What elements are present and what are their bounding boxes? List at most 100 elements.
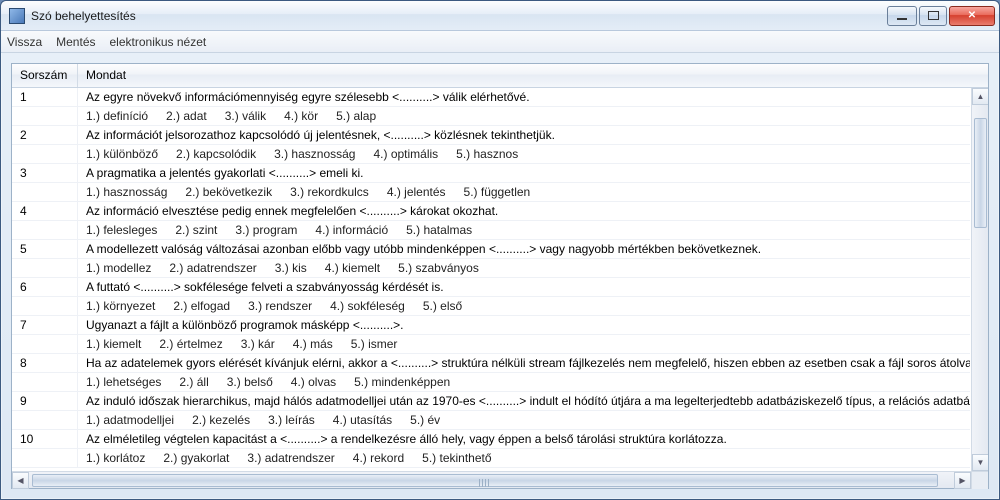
row-sentence: Az információ elvesztése pedig ennek meg… <box>78 202 970 220</box>
row-number-empty <box>12 335 78 353</box>
table-row[interactable]: 8Ha az adatelemek gyors elérését kívánju… <box>12 354 970 373</box>
window-title: Szó behelyettesítés <box>31 9 887 23</box>
table-row[interactable]: 2Az információt jelsorozathoz kapcsolódó… <box>12 126 970 145</box>
vertical-scrollbar[interactable] <box>971 88 988 471</box>
table-row-options[interactable]: 1.) felesleges2.) szint3.) program4.) in… <box>12 221 970 240</box>
option-item: 4.) sokféleség <box>330 299 405 313</box>
table-row-options[interactable]: 1.) különböző 2.) kapcsolódik 3.) hasznoss… <box>12 145 970 164</box>
vertical-scroll-thumb[interactable] <box>974 118 987 228</box>
option-item: 4.) más <box>293 337 333 351</box>
row-number-empty <box>12 259 78 277</box>
option-item: 4.) információ <box>315 223 388 237</box>
option-item: 5.) első <box>423 299 462 313</box>
menu-save[interactable]: Mentés <box>56 35 95 49</box>
option-item: 5.) ismer <box>351 337 398 351</box>
option-item: 3.) válik <box>225 109 266 123</box>
row-number-empty <box>12 373 78 391</box>
option-item: 2.) értelmez <box>159 337 222 351</box>
row-number-empty <box>12 145 78 163</box>
option-item: 1.) kiemelt <box>86 337 141 351</box>
titlebar[interactable]: Szó behelyettesítés <box>1 1 999 31</box>
app-icon <box>9 8 25 24</box>
option-item: 3.) rekordkulcs <box>290 185 369 199</box>
row-number: 9 <box>12 392 78 410</box>
option-item: 3.) hasznosság <box>274 147 355 161</box>
table-row[interactable]: 7Ugyanazt a fájlt a különböző programok … <box>12 316 970 335</box>
table-row[interactable]: 10Az elméletileg végtelen kapacitást a <… <box>12 430 970 449</box>
option-item: 5.) független <box>464 185 531 199</box>
row-number: 4 <box>12 202 78 220</box>
row-number: 5 <box>12 240 78 258</box>
horizontal-scrollbar[interactable] <box>12 471 988 488</box>
column-header-number[interactable]: Sorszám <box>12 64 78 87</box>
scroll-up-button[interactable] <box>972 88 988 105</box>
grid-rows: 1Az egyre növekvő információmennyiség eg… <box>12 88 970 471</box>
option-item: 2.) adatrendszer <box>169 261 256 275</box>
option-item: 1.) definíció <box>86 109 148 123</box>
option-item: 5.) mindenképpen <box>354 375 450 389</box>
row-number: 7 <box>12 316 78 334</box>
row-options: 1.) definíció2.) adat3.) válik4.) kör5.)… <box>78 107 970 125</box>
option-item: 1.) különböző <box>86 147 158 161</box>
scrollbar-corner <box>971 472 988 489</box>
scroll-down-button[interactable] <box>972 454 988 471</box>
row-options: 1.) hasznosság2.) bekövetkezik3.) rekord… <box>78 183 970 201</box>
option-item: 1.) adatmodelljei <box>86 413 174 427</box>
option-item: 1.) hasznosság <box>86 185 167 199</box>
option-item: 3.) adatrendszer <box>247 451 334 465</box>
minimize-button[interactable] <box>887 6 917 26</box>
table-row-options[interactable]: 1.) korlátoz2.) gyakorlat3.) adatrendsze… <box>12 449 970 468</box>
option-item: 2.) elfogad <box>173 299 230 313</box>
column-header-sentence[interactable]: Mondat <box>78 64 988 87</box>
table-row-options[interactable]: 1.) definíció2.) adat3.) válik4.) kör5.)… <box>12 107 970 126</box>
row-sentence: Ha az adatelemek gyors elérését kívánjuk… <box>78 354 970 372</box>
scroll-right-button[interactable] <box>954 472 971 489</box>
row-number: 1 <box>12 88 78 106</box>
row-options: 1.) lehetséges2.) áll3.) belső4.) olvas5… <box>78 373 970 391</box>
option-item: 2.) kapcsolódik <box>176 147 256 161</box>
app-window: Szó behelyettesítés Vissza Mentés elektr… <box>0 0 1000 500</box>
option-item: 3.) program <box>235 223 297 237</box>
row-options: 1.) környezet2.) elfogad3.) rendszer4.) … <box>78 297 970 315</box>
row-sentence: Az egyre növekvő információmennyiség egy… <box>78 88 970 106</box>
option-item: 2.) áll <box>179 375 208 389</box>
option-item: 1.) környezet <box>86 299 155 313</box>
table-row[interactable]: 1Az egyre növekvő információmennyiség eg… <box>12 88 970 107</box>
row-sentence: Az információt jelsorozathoz kapcsolódó … <box>78 126 970 144</box>
row-number-empty <box>12 297 78 315</box>
scroll-left-button[interactable] <box>12 472 29 489</box>
menu-back[interactable]: Vissza <box>7 35 42 49</box>
scroll-grip-icon <box>479 479 491 487</box>
table-row[interactable]: 3A pragmatika a jelentés gyakorlati <...… <box>12 164 970 183</box>
row-number-empty <box>12 183 78 201</box>
row-number: 8 <box>12 354 78 372</box>
option-item: 5.) alap <box>336 109 376 123</box>
row-number: 6 <box>12 278 78 296</box>
maximize-button[interactable] <box>919 6 947 26</box>
row-number-empty <box>12 449 78 467</box>
option-item: 4.) optimális <box>373 147 438 161</box>
table-row-options[interactable]: 1.) hasznosság2.) bekövetkezik3.) rekord… <box>12 183 970 202</box>
menubar: Vissza Mentés elektronikus nézet <box>1 31 999 53</box>
row-number-empty <box>12 107 78 125</box>
menu-eview[interactable]: elektronikus nézet <box>110 35 207 49</box>
table-row-options[interactable]: 1.) modellez2.) adatrendszer3.) kis4.) k… <box>12 259 970 278</box>
table-row-options[interactable]: 1.) környezet2.) elfogad3.) rendszer4.) … <box>12 297 970 316</box>
table-row[interactable]: 9Az induló időszak hierarchikus, majd há… <box>12 392 970 411</box>
row-number: 2 <box>12 126 78 144</box>
row-sentence: Az induló időszak hierarchikus, majd hál… <box>78 392 970 410</box>
option-item: 4.) olvas <box>291 375 336 389</box>
table-row-options[interactable]: 1.) lehetséges2.) áll3.) belső4.) olvas5… <box>12 373 970 392</box>
table-row-options[interactable]: 1.) kiemelt2.) értelmez3.) kár4.) más5.)… <box>12 335 970 354</box>
grid-header: Sorszám Mondat <box>12 64 988 88</box>
close-button[interactable] <box>949 6 995 26</box>
option-item: 2.) szint <box>175 223 217 237</box>
row-sentence: A modellezett valóság változásai azonban… <box>78 240 970 258</box>
table-row[interactable]: 4Az információ elvesztése pedig ennek me… <box>12 202 970 221</box>
option-item: 4.) kiemelt <box>325 261 380 275</box>
option-item: 5.) év <box>410 413 440 427</box>
horizontal-scroll-thumb[interactable] <box>32 474 938 487</box>
table-row-options[interactable]: 1.) adatmodelljei2.) kezelés3.) leírás4.… <box>12 411 970 430</box>
table-row[interactable]: 5A modellezett valóság változásai azonba… <box>12 240 970 259</box>
table-row[interactable]: 6A futtató <..........> sokfélesége felv… <box>12 278 970 297</box>
